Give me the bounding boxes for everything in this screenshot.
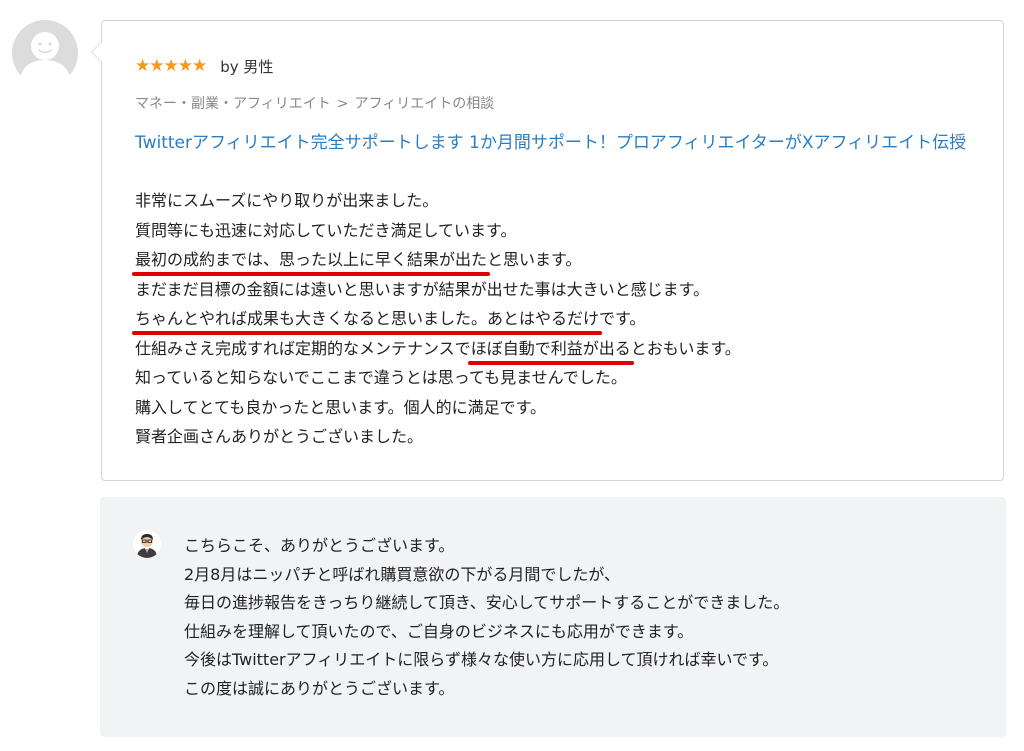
review-text-segment: 賢者企画さんありがとうございました。 — [135, 427, 424, 446]
review-line: 賢者企画さんありがとうございました。 — [135, 422, 985, 452]
star-rating: ★ ★ ★ ★ ★ — [135, 55, 207, 76]
highlighted-text: ちゃんとやれば成果も大きくなると思いました。あとはやるだけ — [135, 309, 600, 328]
highlighted-text: ほぼ自動で利益が出る — [470, 338, 631, 358]
default-user-avatar-icon — [19, 32, 71, 86]
review-line: 購入してとても良かったと思います。個人的に満足です。 — [135, 393, 985, 423]
reviewer-avatar — [12, 20, 78, 86]
reply-line: 毎日の進捗報告をきっちり継続して頂き、安心してサポートすることができました。 — [184, 593, 790, 613]
reviewer-label: by 男性 — [220, 57, 274, 76]
star-icon: ★ — [135, 55, 150, 76]
review-line: 知っていると知らないでここまで違うとは思っても見ませんでした。 — [135, 363, 985, 393]
review-line: 非常にスムーズにやり取りが出来ました。 — [135, 186, 985, 216]
seller-reply: こちらこそ、ありがとうございます。 2月8月はニッパチと呼ばれ購買意欲の下がる月間… — [100, 497, 1006, 737]
review-text-segment: と思います。 — [487, 250, 582, 269]
review-line: 最初の成約までは、思った以上に早く結果が出たと思います。 — [135, 245, 985, 275]
review-text-segment: とおもいます。 — [630, 338, 741, 358]
review-line: 質問等にも迅速に対応していただき満足しています。 — [135, 216, 985, 246]
reply-line: この度は誠にありがとうございます。 — [184, 678, 455, 698]
review-text-segment: 購入してとても良かったと思います。個人的に満足です。 — [135, 397, 547, 417]
review-line: 仕組みさえ完成すれば定期的なメンテナンスでほぼ自動で利益が出るとおもいます。 — [135, 334, 985, 364]
review-text-segment: 非常にスムーズにやり取りが出来ました。 — [135, 191, 439, 210]
review-line: ちゃんとやれば成果も大きくなると思いました。あとはやるだけです。 — [135, 304, 985, 334]
highlighted-text: 最初の成約までは、思った以上に早く結果が出た — [135, 250, 488, 269]
star-icon: ★ — [192, 55, 207, 76]
review-line: まだまだ目標の金額には遠いと思いますが結果が出せた事は大きいと感じます。 — [135, 275, 985, 305]
seller-portrait-icon — [133, 530, 161, 558]
category-parent: マネー・副業・アフィリエイト — [135, 96, 331, 112]
review-text-segment: 質問等にも迅速に対応していただき満足しています。 — [135, 220, 517, 240]
rating-row: ★ ★ ★ ★ ★ by 男性 — [135, 55, 273, 77]
reply-line: 2月8月はニッパチと呼ばれ購買意欲の下がる月間でしたが、 — [184, 564, 621, 584]
star-icon: ★ — [177, 55, 193, 76]
review-text-segment: 仕組みさえ完成すれば定期的なメンテナンスで — [135, 338, 471, 358]
category-child: アフィリエイトの相談 — [354, 96, 495, 112]
review-text-segment: 知っていると知らないでここまで違うとは思っても見ませんでした。 — [135, 368, 627, 387]
review-text-segment: です。 — [599, 309, 646, 328]
reply-line: 今後はTwitterアフィリエイトに限らず様々な使い方に応用して頂ければ幸いです… — [184, 650, 779, 670]
breadcrumb-separator: > — [336, 96, 349, 112]
reply-line: こちらこそ、ありがとうございます。 — [184, 536, 455, 555]
review-card: ★ ★ ★ ★ ★ by 男性 マネー・副業・アフィリエイト > アフィリエイトの相談 Tw… — [91, 20, 1004, 481]
reply-text: こちらこそ、ありがとうございます。 2月8月はニッパチと呼ばれ購買意欲の下がる月間… — [184, 532, 789, 704]
review-text-segment: まだまだ目標の金額には遠いと思いますが結果が出せた事は大きいと感じます。 — [135, 279, 710, 299]
reply-line: 仕組みを理解して頂いたので、ご自身のビジネスにも応用ができます。 — [184, 621, 694, 641]
star-icon: ★ — [149, 55, 164, 76]
seller-avatar — [133, 530, 161, 558]
category-breadcrumb: マネー・副業・アフィリエイト > アフィリエイトの相談 — [135, 93, 494, 113]
service-title-link[interactable]: Twitterアフィリエイト完全サポートします 1か月間サポート！プロアフィリエ… — [135, 129, 975, 158]
review-text: 非常にスムーズにやり取りが出来ました。質問等にも迅速に対応していただき満足してい… — [135, 186, 985, 452]
star-icon: ★ — [163, 55, 179, 76]
